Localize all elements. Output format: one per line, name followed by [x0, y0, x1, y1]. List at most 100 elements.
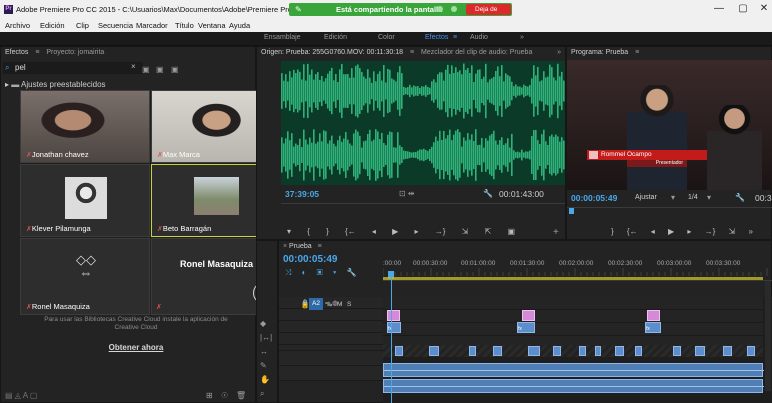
v3-clip[interactable]: [579, 346, 586, 356]
audio-waveform[interactable]: [281, 61, 565, 185]
menu-secuencia[interactable]: Secuencia: [98, 21, 133, 30]
program-video-frame[interactable]: Rommel Ocampo Presentador: [567, 60, 772, 190]
v3-clip[interactable]: [595, 346, 601, 356]
video-clip[interactable]: fx: [517, 322, 535, 333]
mute-toggle[interactable]: M: [337, 301, 342, 308]
workspace-color[interactable]: Color: [378, 34, 395, 41]
workspace-edicion[interactable]: Edición: [324, 34, 347, 41]
v3-clip[interactable]: [469, 346, 476, 356]
playhead-line[interactable]: [391, 277, 392, 403]
stop-share-button[interactable]: Deja de: [466, 4, 511, 15]
title-clip[interactable]: [647, 310, 660, 321]
v3-clip[interactable]: [615, 346, 624, 356]
track-label[interactable]: A2: [309, 298, 323, 310]
source-ruler[interactable]: [281, 203, 565, 213]
yuv-effects-icon[interactable]: ▣: [171, 65, 179, 74]
panel-menu-icon[interactable]: ≡: [635, 49, 639, 56]
track-header-a2[interactable]: 🔒 A2 ⇒ M S: [279, 298, 383, 381]
trash-icon[interactable]: 🗑: [236, 391, 246, 400]
v3-clip[interactable]: [493, 346, 502, 356]
track-header-v5[interactable]: 🔒V5⇒ ◉: [279, 299, 383, 321]
fit-dropdown[interactable]: Ajustar: [635, 194, 657, 201]
slide-tool-icon[interactable]: ↔: [260, 347, 268, 356]
workspace-audio[interactable]: Audio: [470, 34, 488, 41]
effects-search-box[interactable]: ⌕ pel ×: [3, 62, 143, 74]
panel-menu-icon[interactable]: ≡: [410, 49, 414, 56]
razor-tool-icon[interactable]: ◆: [260, 319, 266, 328]
minimize-button[interactable]: —: [709, 3, 729, 17]
v3-clip[interactable]: [673, 346, 681, 356]
timeline-ruler[interactable]: :00:00 00:00:30:00 00:01:00:00 00:01:30:…: [383, 255, 772, 281]
v3-clip[interactable]: [528, 346, 540, 356]
title-clip[interactable]: [522, 310, 535, 321]
menu-edicion[interactable]: Edición: [40, 21, 65, 30]
accelerated-effects-icon[interactable]: ▣: [142, 65, 150, 74]
participant-tile[interactable]: Jonathan chavez: [20, 90, 150, 163]
menu-clip[interactable]: Clip: [76, 21, 89, 30]
32bit-effects-icon[interactable]: ▣: [156, 65, 164, 74]
new-item-icon[interactable]: ☉: [221, 391, 228, 400]
sequence-tab[interactable]: Prueba: [289, 243, 312, 250]
wrench-icon[interactable]: 🔧: [735, 193, 745, 202]
video-clip[interactable]: fx: [387, 322, 401, 333]
menu-marcador[interactable]: Marcador: [136, 21, 168, 30]
program-transport-controls[interactable]: } {← ◂ ▶ ▸ →} ⇲ »: [611, 227, 771, 239]
v3-clip[interactable]: [747, 346, 755, 356]
track-header-v4[interactable]: 🔒V4⇒ ◉: [279, 299, 383, 333]
menu-titulo[interactable]: Título: [175, 21, 194, 30]
menu-archivo[interactable]: Archivo: [5, 21, 30, 30]
close-button[interactable]: ✕: [754, 3, 772, 17]
source-timecode[interactable]: 37:39:05: [285, 189, 319, 199]
audio-clip-a2[interactable]: [383, 379, 764, 393]
audio-clip-a1[interactable]: [383, 363, 764, 377]
workspace-efectos[interactable]: Efectos: [425, 34, 448, 41]
timeline-tools[interactable]: ⤨ ◐ ▣ ▾ 🔧: [285, 268, 381, 278]
expand-icon[interactable]: »: [557, 49, 561, 56]
video-clip[interactable]: fx: [645, 322, 661, 333]
tab-efectos[interactable]: Efectos: [5, 49, 28, 56]
mic-icon[interactable]: [437, 6, 443, 12]
resolution-dropdown[interactable]: 1/4: [688, 194, 698, 201]
program-timecode[interactable]: 00:00:05:49: [571, 193, 617, 203]
close-icon[interactable]: ×: [283, 243, 287, 250]
search-input[interactable]: pel: [15, 63, 26, 72]
new-folder-icon[interactable]: ⊞: [206, 391, 213, 400]
workspace-ensamblaje[interactable]: Ensamblaje: [264, 34, 301, 41]
wrench-icon[interactable]: 🔧: [483, 189, 493, 198]
slip-tool-icon[interactable]: |↔|: [260, 333, 272, 342]
track-lanes[interactable]: fx fx fx: [383, 277, 772, 403]
tab-proyecto[interactable]: Proyecto: jomairita: [46, 49, 104, 56]
workspace-menu-icon[interactable]: ≡: [453, 34, 457, 41]
source-transport-controls[interactable]: ▾ { } {← ◂ ▶ ▸ →} ⇲ ⇱ ▣: [287, 227, 565, 239]
maximize-button[interactable]: ▢: [733, 3, 753, 17]
track-header-v3[interactable]: 🔒V3⇒ ◉: [279, 299, 383, 345]
folder-row[interactable]: ▸ ▬ Ajustes preestablecidos: [5, 80, 106, 89]
participant-tile[interactable]: ◇◇⇔ Ronel Masaquiza: [20, 238, 150, 315]
v3-clip[interactable]: [723, 346, 732, 356]
clear-search-icon[interactable]: ×: [131, 62, 136, 71]
add-button-icon[interactable]: +: [553, 227, 559, 238]
participant-tile[interactable]: Klever Pilamunga: [20, 164, 150, 237]
program-title[interactable]: Programa: Prueba: [571, 49, 628, 56]
v3-clip[interactable]: [695, 346, 705, 356]
get-now-link[interactable]: Obtener ahora: [96, 343, 176, 352]
v3-clip[interactable]: [395, 346, 403, 356]
title-clip[interactable]: [387, 310, 400, 321]
chevron-down-icon[interactable]: ▾: [707, 193, 711, 202]
v3-clip[interactable]: [553, 346, 561, 356]
workspace-more[interactable]: »: [520, 34, 524, 41]
pin-icon[interactable]: ✎: [295, 5, 305, 14]
zoom-tool-icon[interactable]: ⌕: [260, 389, 264, 399]
pen-tool-icon[interactable]: ✎: [260, 361, 267, 370]
track-header-a1[interactable]: 🔒A1⇒MS: [279, 298, 383, 366]
menu-ventana[interactable]: Ventana: [198, 21, 226, 30]
v3-clip[interactable]: [635, 346, 642, 356]
solo-toggle[interactable]: S: [347, 301, 351, 308]
tab-audio-mixer[interactable]: Mezclador del clip de audio: Prueba: [421, 49, 532, 56]
work-area-bar[interactable]: [383, 277, 763, 280]
timeline-timecode[interactable]: 00:00:05:49: [283, 254, 337, 265]
menu-ayuda[interactable]: Ayuda: [229, 21, 250, 30]
v3-clip[interactable]: [429, 346, 439, 356]
chevron-down-icon[interactable]: ▾: [671, 193, 675, 202]
settings-icon[interactable]: [451, 6, 457, 12]
